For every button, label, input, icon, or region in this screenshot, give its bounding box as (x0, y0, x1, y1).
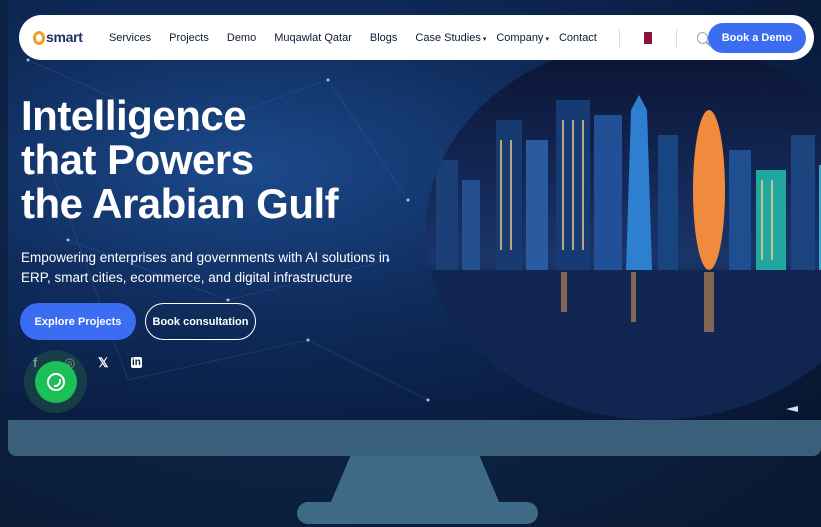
nav-item-blogs[interactable]: Blogs (370, 32, 398, 44)
hero-subtitle-line-1: Empowering enterprises and governments w… (21, 250, 390, 265)
book-a-demo-button[interactable]: Book a Demo (707, 22, 806, 53)
nav-item-services[interactable]: Services (109, 32, 151, 44)
logo-text: smart (46, 29, 83, 47)
nav-item-demo[interactable]: Demo (227, 32, 256, 44)
qatar-flag-icon[interactable] (643, 31, 652, 44)
monitor-stand-neck (330, 456, 500, 504)
hero-headline-line-2: that Powers (21, 136, 254, 183)
nav-item-case-studies-label: Case Studies (415, 31, 481, 44)
nav-item-company[interactable]: Company ▾ (496, 32, 549, 44)
monitor-bezel (8, 420, 821, 456)
hero-headline-line-3: the Arabian Gulf (21, 180, 339, 227)
page: smart Services Projects Demo Muqawlat Qa… (0, 0, 821, 527)
chevron-down-icon: ▾ (545, 35, 549, 43)
hero-subtitle: Empowering enterprises and governments w… (21, 248, 421, 288)
linkedin-icon[interactable]: in (131, 357, 142, 368)
qsmart-logo[interactable]: smart (33, 22, 103, 54)
monitor-stand-base (297, 502, 538, 524)
hero-subtitle-line-2: ERP, smart cities, ecommerce, and digita… (21, 270, 353, 285)
nav-item-projects[interactable]: Projects (169, 32, 209, 44)
hero-headline: Intelligence that Powers the Arabian Gul… (21, 92, 339, 227)
explore-projects-button[interactable]: Explore Projects (20, 303, 136, 340)
chevron-down-icon: ▾ (482, 35, 487, 43)
nav-item-company-label: Company (496, 31, 544, 44)
divider (675, 28, 677, 47)
nav-item-case-studies[interactable]: Case Studies ▾ (415, 32, 486, 44)
whatsapp-icon (47, 373, 65, 391)
logo-wordmark: smart (46, 28, 83, 45)
whatsapp-button[interactable] (35, 361, 77, 403)
divider (618, 28, 620, 47)
book-consultation-button[interactable]: Book consultation (145, 303, 256, 340)
nav-item-muqawlat-qatar[interactable]: Muqawlat Qatar (274, 32, 352, 44)
logo-q-mark (33, 30, 45, 45)
search-icon[interactable] (696, 31, 708, 44)
x-icon[interactable]: 𝕏 (98, 355, 108, 371)
nav-item-contact[interactable]: Contact (559, 32, 597, 44)
top-navigation: smart Services Projects Demo Muqawlat Qa… (19, 15, 814, 60)
main-menu: Services Projects Demo Muqawlat Qatar Bl… (109, 32, 597, 44)
hero-headline-line-1: Intelligence (21, 92, 247, 139)
